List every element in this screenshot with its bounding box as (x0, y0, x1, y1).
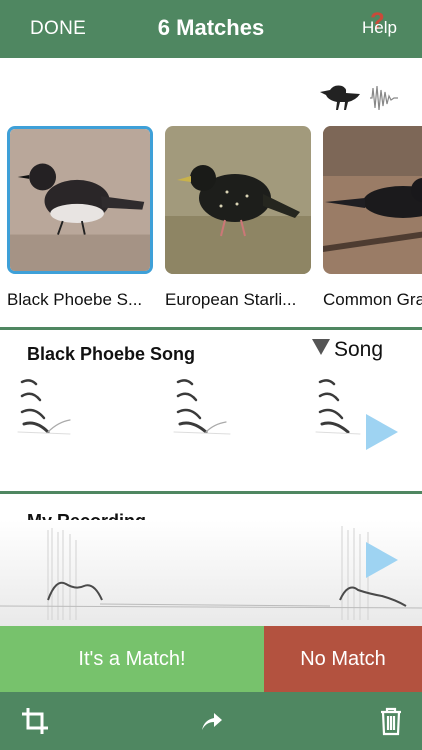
its-a-match-button[interactable]: It's a Match! (0, 626, 264, 692)
play-reference-button[interactable] (366, 414, 398, 450)
match-thumb-common-grackle[interactable] (323, 126, 422, 274)
recording-spectrogram[interactable] (0, 520, 422, 626)
match-thumb-european-starling[interactable] (165, 126, 311, 274)
view-mode-toggle[interactable] (316, 78, 406, 116)
bottom-toolbar (0, 692, 422, 750)
crop-icon[interactable] (20, 706, 50, 736)
match-carousel[interactable]: Black Phoebe S... European Starli... Com… (0, 126, 422, 316)
no-match-button[interactable]: No Match (264, 626, 422, 692)
match-label: Black Phoebe S... (7, 290, 143, 309)
bird-silhouette-icon[interactable] (316, 78, 406, 116)
sound-type-label: Song (334, 338, 384, 361)
reference-title: Black Phoebe Song (27, 344, 196, 364)
sound-type-selector[interactable]: Song (312, 338, 383, 362)
dropdown-triangle-icon (312, 339, 330, 355)
reference-spectrogram[interactable] (0, 372, 422, 488)
trash-icon[interactable] (376, 706, 406, 736)
top-bar: DONE 6 Matches ? Help (0, 0, 422, 58)
page-title: 6 Matches (157, 15, 265, 40)
share-icon[interactable] (196, 706, 226, 736)
match-actions: It's a Match! No Match (0, 626, 422, 692)
divider (0, 327, 422, 330)
play-recording-button[interactable] (366, 542, 398, 578)
match-label: European Starli... (165, 290, 297, 309)
divider (0, 491, 422, 494)
help-button[interactable]: Help (362, 18, 397, 38)
match-label: Common Gra (323, 290, 422, 309)
match-thumb-black-phoebe[interactable] (7, 126, 153, 274)
